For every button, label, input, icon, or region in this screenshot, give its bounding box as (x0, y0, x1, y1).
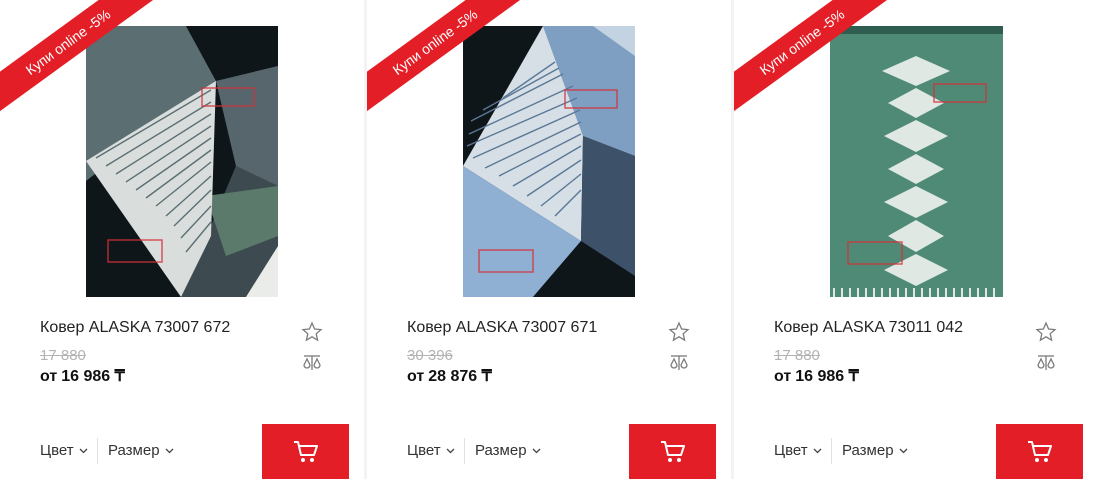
color-label: Цвет (407, 442, 441, 459)
scales-icon[interactable] (668, 352, 690, 374)
star-icon[interactable] (1035, 321, 1057, 343)
chevron-down-icon (79, 448, 88, 453)
product-grid: Купи online -5% Ковер ALASKA 73007 672 1… (0, 0, 1100, 479)
old-price: 30 396 (407, 347, 453, 364)
price-prefix: от (40, 368, 58, 385)
product-image[interactable] (463, 26, 635, 297)
price-prefix: от (774, 368, 792, 385)
cart-icon (660, 440, 685, 462)
star-icon[interactable] (301, 321, 323, 343)
old-price: 17 880 (40, 347, 86, 364)
product-title[interactable]: Ковер ALASKA 73007 671 (407, 319, 597, 337)
chevron-down-icon (813, 448, 822, 453)
size-select[interactable]: Размер (108, 442, 174, 459)
price-value: 16 986 ₸ (61, 368, 125, 385)
divider (97, 438, 98, 464)
divider (831, 438, 832, 464)
product-card[interactable]: Купи online -5% Ковер ALASKA 73007 671 3… (367, 0, 731, 479)
product-card[interactable]: Купи online -5% Ковер ALASKA 73011 042 1… (734, 0, 1100, 479)
color-select[interactable]: Цвет (40, 442, 88, 459)
add-to-cart-button[interactable] (996, 424, 1083, 479)
chevron-down-icon (899, 448, 908, 453)
color-select[interactable]: Цвет (407, 442, 455, 459)
old-price: 17 880 (774, 347, 820, 364)
price: от 16 986 ₸ (774, 366, 859, 386)
price: от 28 876 ₸ (407, 366, 492, 386)
add-to-cart-button[interactable] (629, 424, 716, 479)
color-label: Цвет (40, 442, 74, 459)
product-image[interactable] (830, 26, 1003, 297)
chevron-down-icon (532, 448, 541, 453)
divider (464, 438, 465, 464)
add-to-cart-button[interactable] (262, 424, 349, 479)
product-title[interactable]: Ковер ALASKA 73011 042 (774, 319, 963, 337)
chevron-down-icon (165, 448, 174, 453)
product-image[interactable] (86, 26, 278, 297)
price: от 16 986 ₸ (40, 366, 125, 386)
price-prefix: от (407, 368, 425, 385)
price-value: 16 986 ₸ (795, 368, 859, 385)
chevron-down-icon (446, 448, 455, 453)
size-select[interactable]: Размер (475, 442, 541, 459)
cart-icon (1027, 440, 1052, 462)
color-select[interactable]: Цвет (774, 442, 822, 459)
size-label: Размер (475, 442, 527, 459)
scales-icon[interactable] (1035, 352, 1057, 374)
price-value: 28 876 ₸ (428, 368, 492, 385)
size-select[interactable]: Размер (842, 442, 908, 459)
product-card[interactable]: Купи online -5% Ковер ALASKA 73007 672 1… (0, 0, 364, 479)
product-title[interactable]: Ковер ALASKA 73007 672 (40, 319, 230, 337)
color-label: Цвет (774, 442, 808, 459)
scales-icon[interactable] (301, 352, 323, 374)
size-label: Размер (842, 442, 894, 459)
size-label: Размер (108, 442, 160, 459)
star-icon[interactable] (668, 321, 690, 343)
cart-icon (293, 440, 318, 462)
